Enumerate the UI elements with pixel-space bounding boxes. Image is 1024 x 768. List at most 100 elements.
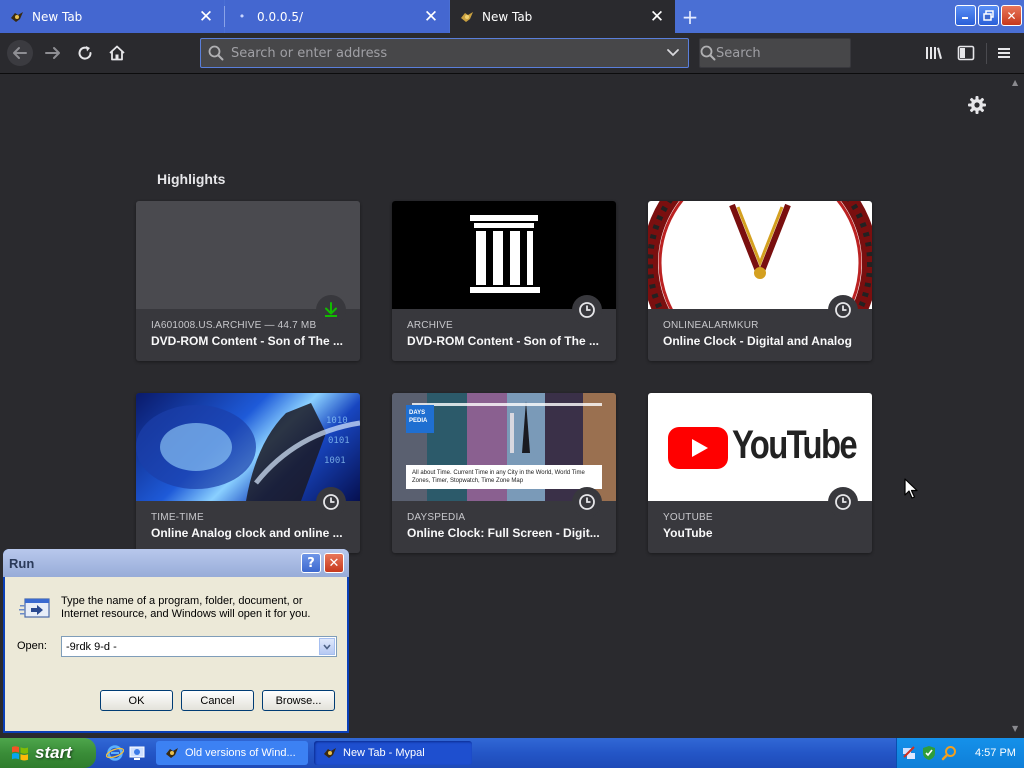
- forward-icon[interactable]: [39, 39, 67, 67]
- search-icon: [700, 45, 716, 61]
- taskbar-button-label: Old versions of Wind...: [185, 747, 296, 759]
- windows-flag-icon: [12, 746, 28, 761]
- clock-icon: [572, 487, 602, 517]
- taskbar-button-old-versions[interactable]: Old versions of Wind...: [156, 741, 308, 765]
- tab-address[interactable]: • 0.0.0.5/ ✕: [225, 0, 449, 33]
- search-icon[interactable]: [941, 745, 957, 761]
- address-bar[interactable]: [200, 38, 689, 68]
- mouse-cursor-icon: [904, 478, 918, 499]
- card-thumbnail: [136, 201, 360, 309]
- search-bar[interactable]: [699, 38, 886, 68]
- cancel-button[interactable]: Cancel: [181, 690, 254, 711]
- youtube-play-icon: [668, 427, 728, 469]
- sidebar-toggle-icon[interactable]: [952, 39, 980, 67]
- run-dialog: Run ? ✕ Type the name of a program, fold…: [3, 549, 349, 733]
- ok-button[interactable]: OK: [100, 690, 173, 711]
- card-title: YouTube: [663, 526, 713, 540]
- svg-text:0101: 0101: [328, 436, 350, 446]
- clock-icon: [828, 295, 858, 325]
- security-shield-icon[interactable]: [921, 745, 937, 761]
- restore-icon[interactable]: [978, 5, 999, 26]
- mypal-icon: [10, 10, 24, 24]
- card-title: DVD-ROM Content - Son of The ...: [151, 334, 343, 348]
- card-host: IA601008.US.ARCHIVE — 44.7 MB: [151, 320, 317, 331]
- run-titlebar[interactable]: Run ? ✕: [3, 549, 349, 577]
- dayspedia-caption: All about Time. Current Time in any City…: [406, 465, 602, 489]
- card-title: Online Analog clock and online ...: [151, 526, 343, 540]
- taskbar-button-label: New Tab - Mypal: [343, 747, 425, 759]
- tab-title: New Tab: [482, 9, 533, 24]
- card-title: DVD-ROM Content - Son of The ...: [407, 334, 599, 348]
- network-icon[interactable]: [901, 745, 917, 761]
- highlight-card[interactable]: ONLINEALARMKUR Online Clock - Digital an…: [648, 201, 872, 361]
- dayspedia-thumbnail: DAYS PEDIA All about Time. Current Time …: [392, 393, 616, 501]
- run-description: Type the name of a program, folder, docu…: [61, 595, 311, 620]
- navigation-toolbar: [0, 33, 1024, 74]
- close-icon[interactable]: ✕: [324, 553, 344, 573]
- minimize-icon[interactable]: [955, 5, 976, 26]
- tab-new-tab-active[interactable]: New Tab ✕: [450, 0, 675, 33]
- clock-icon: [316, 487, 346, 517]
- close-tab-icon[interactable]: ✕: [419, 5, 443, 29]
- ie-icon[interactable]: [105, 744, 125, 762]
- mypal-icon: [164, 745, 180, 761]
- run-title: Run: [9, 555, 35, 571]
- close-tab-icon[interactable]: ✕: [645, 5, 669, 29]
- chevron-down-icon[interactable]: [319, 638, 335, 655]
- run-program-icon: [19, 596, 51, 622]
- page-icon: •: [238, 10, 246, 23]
- vertical-scrollbar[interactable]: ▲ ▼: [1008, 74, 1024, 738]
- tab-new-tab-1[interactable]: New Tab ✕: [0, 0, 224, 33]
- highlights-heading: Highlights: [157, 171, 226, 187]
- open-combobox[interactable]: [61, 636, 337, 657]
- scroll-up-icon[interactable]: ▲: [1012, 78, 1020, 87]
- taskbar-button-new-tab[interactable]: New Tab - Mypal: [314, 741, 472, 765]
- card-host: DAYSPEDIA: [407, 512, 466, 523]
- download-icon: [316, 295, 346, 325]
- highlight-card[interactable]: IA601008.US.ARCHIVE — 44.7 MB DVD-ROM Co…: [136, 201, 360, 361]
- open-label: Open:: [17, 640, 47, 652]
- youtube-wordmark: YouTube: [732, 423, 858, 467]
- new-tab-plus-icon[interactable]: +: [676, 4, 704, 30]
- chevron-down-icon[interactable]: [658, 48, 688, 58]
- taskbar: start Old versions of Wind... New Tab - …: [0, 738, 1024, 768]
- clock-icon: [828, 487, 858, 517]
- show-desktop-icon[interactable]: [128, 744, 146, 762]
- reload-icon[interactable]: [71, 39, 99, 67]
- highlight-card[interactable]: ARCHIVE DVD-ROM Content - Son of The ...: [392, 201, 616, 361]
- search-input[interactable]: [716, 45, 886, 61]
- close-tab-icon[interactable]: ✕: [194, 5, 218, 29]
- close-window-icon[interactable]: ✕: [1001, 5, 1022, 26]
- back-icon[interactable]: [6, 39, 34, 67]
- address-input[interactable]: [231, 45, 658, 61]
- browse-button[interactable]: Browse...: [262, 690, 335, 711]
- dayspedia-logo: DAYS PEDIA: [406, 405, 434, 433]
- card-host: TIME-TIME: [151, 512, 204, 523]
- system-tray: 4:57 PM: [896, 738, 1024, 768]
- system-clock: 4:57 PM: [975, 747, 1016, 759]
- card-title: Online Clock - Digital and Analog: [663, 334, 852, 348]
- home-icon[interactable]: [103, 39, 131, 67]
- svg-text:1010: 1010: [326, 416, 348, 426]
- logo-text-top: DAYS: [409, 410, 426, 416]
- highlight-card[interactable]: 1010 0101 1001 TIME-TIME Online Analog c…: [136, 393, 360, 553]
- search-icon: [201, 45, 231, 61]
- start-button[interactable]: start: [0, 738, 96, 768]
- highlight-card[interactable]: YouTube YOUTUBE YouTube: [648, 393, 872, 553]
- highlight-card[interactable]: DAYS PEDIA All about Time. Current Time …: [392, 393, 616, 553]
- tab-title: 0.0.0.5/: [257, 9, 304, 24]
- gear-icon[interactable]: [966, 94, 988, 116]
- menu-icon[interactable]: [990, 39, 1018, 67]
- card-host: ARCHIVE: [407, 320, 453, 331]
- time-tunnel-thumbnail: 1010 0101 1001: [136, 393, 360, 501]
- youtube-logo: YouTube: [648, 393, 872, 501]
- archive-logo: [392, 201, 616, 309]
- mypal-icon: [460, 10, 474, 24]
- toolbar-separator: [986, 43, 987, 64]
- scroll-down-icon[interactable]: ▼: [1012, 724, 1020, 733]
- library-icon[interactable]: [920, 39, 948, 67]
- card-host: YOUTUBE: [663, 512, 713, 523]
- help-button[interactable]: ?: [301, 553, 321, 573]
- open-input[interactable]: [62, 640, 319, 653]
- clock-thumbnail: [648, 201, 872, 309]
